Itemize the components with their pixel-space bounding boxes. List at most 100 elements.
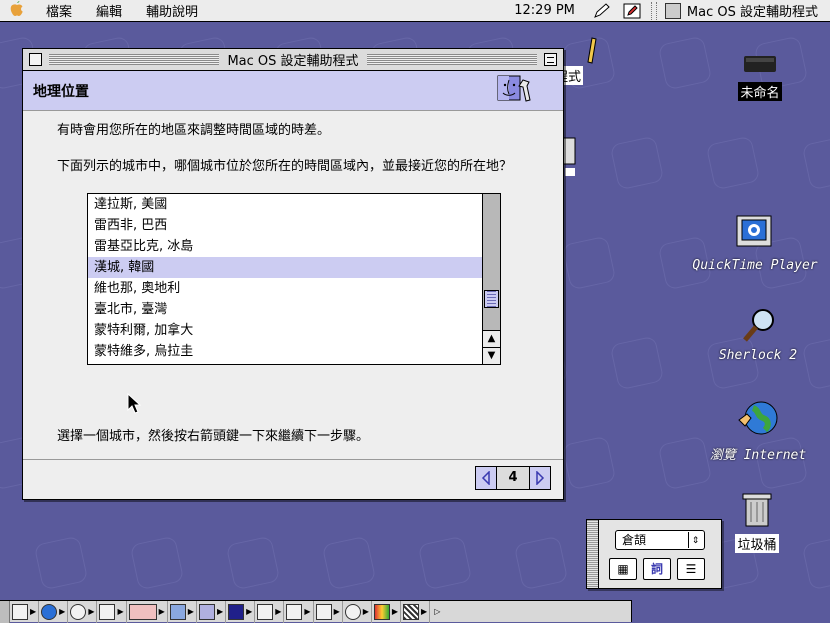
- remote-access-icon: [286, 603, 303, 620]
- close-box-button[interactable]: [29, 53, 42, 66]
- apple-menu-icon[interactable]: [0, 0, 34, 21]
- quicktime-icon: [41, 603, 58, 620]
- next-page-button[interactable]: [530, 467, 550, 489]
- previous-page-button[interactable]: [476, 467, 496, 489]
- application-menu[interactable]: Mac OS 設定輔助程式: [661, 1, 830, 20]
- menu-file[interactable]: 檔案: [34, 1, 84, 20]
- scroll-up-arrow-icon[interactable]: ▲: [483, 330, 500, 347]
- desktop-icon-label: 瀏覽 Internet: [709, 448, 807, 463]
- speaker-icon: [257, 603, 274, 620]
- lock-icon: [315, 603, 332, 620]
- city-list-item[interactable]: 雷基亞比克, 冰島: [88, 236, 482, 257]
- cd-icon: [70, 603, 87, 620]
- control-strip-tab[interactable]: [0, 600, 10, 623]
- window-content: 有時會用您所在的地區來調整時間區域的時差。 下面列示的城市中，哪個城市位於您所在…: [23, 111, 563, 414]
- window-title: Mac OS 設定輔助程式: [219, 50, 367, 69]
- control-strip-resolution[interactable]: ▶: [401, 600, 431, 623]
- desktop-pattern-tile: [33, 535, 89, 591]
- control-strip-end[interactable]: ▷: [430, 601, 442, 623]
- intro-text: 有時會用您所在的地區來調整時間區域的時差。: [57, 123, 331, 138]
- list-scrollbar[interactable]: ▲ ▼: [482, 194, 500, 364]
- desktop-icon-browse-internet[interactable]: 瀏覽 Internet: [700, 398, 816, 463]
- control-strip: ▶ ▶ ▶ ▶ ▶ ▶ ▶ ▶ ▶ ▶ ▶ ▶ ▶ ▶ ▷: [0, 600, 632, 623]
- city-list-item[interactable]: 雷西非, 巴西: [88, 215, 482, 236]
- palette-drag-bar[interactable]: [587, 520, 599, 588]
- desktop-pattern-tile: [705, 135, 761, 191]
- desktop-icon-quicktime[interactable]: QuickTime Player: [682, 214, 828, 273]
- desktop-pattern-tile: [657, 35, 713, 91]
- trash-icon: [742, 493, 772, 527]
- desktop-icon-hard-disk[interactable]: 未命名: [730, 50, 790, 101]
- desktop-pattern-tile: [561, 435, 617, 491]
- desktop-pattern-tile: [225, 535, 281, 591]
- desktop-pattern-tile: [321, 535, 377, 591]
- pencil-box-icon[interactable]: [621, 2, 643, 20]
- control-strip-internet[interactable]: ▶: [343, 600, 372, 623]
- application-menu-label: Mac OS 設定輔助程式: [686, 5, 818, 20]
- control-strip-keyboard[interactable]: ▶: [226, 600, 256, 623]
- control-strip-sound[interactable]: ▶: [255, 600, 285, 623]
- document-icon: [169, 603, 186, 620]
- city-list[interactable]: 達拉斯, 美國 雷西非, 巴西 雷基亞比克, 冰島 漢城, 韓國 維也那, 奧地…: [87, 193, 501, 365]
- control-strip-remote[interactable]: ▶: [284, 600, 314, 623]
- desktop-icon-label: 垃圾桶: [735, 534, 779, 553]
- control-strip-printer[interactable]: ▶: [97, 600, 127, 623]
- desktop-icon-label: QuickTime Player: [692, 258, 818, 273]
- instruction-text: 選擇一個城市，然後按右箭頭鍵一下來繼續下一步驟。: [57, 429, 370, 444]
- city-list-item[interactable]: 蒙特維多, 烏拉圭: [88, 341, 482, 362]
- quicktime-icon: [736, 215, 772, 247]
- control-strip-location[interactable]: ▶: [197, 600, 227, 623]
- control-strip-cd[interactable]: ▶: [68, 600, 98, 623]
- setup-assistant-window: Mac OS 設定輔助程式 地理位置 有時會用您所在的地區來調整時間區域的時差。…: [22, 48, 564, 500]
- navigation-bar: 4: [23, 459, 563, 499]
- mouse-pointer-icon: [127, 393, 141, 414]
- desktop-pattern-tile: [801, 535, 830, 591]
- desktop-pattern-tile: [513, 535, 569, 591]
- menu-separator: [650, 1, 657, 20]
- page-number: 4: [496, 467, 530, 489]
- desktop-pattern-tile: [129, 535, 185, 591]
- city-list-item[interactable]: 達拉斯, 美國: [88, 194, 482, 215]
- control-strip-monitor[interactable]: ▶: [10, 600, 40, 623]
- city-list-item[interactable]: 維也那, 奧地利: [88, 278, 482, 299]
- city-list-item[interactable]: 臺北市, 臺灣: [88, 299, 482, 320]
- collapse-box-button[interactable]: [544, 53, 557, 66]
- file-sharing-icon: [128, 603, 157, 620]
- desktop-icon-programs[interactable]: 程式: [552, 34, 616, 99]
- printer-icon: [99, 603, 116, 620]
- desktop-pattern-tile: [609, 335, 665, 391]
- pencil-icon[interactable]: [591, 2, 613, 20]
- mac-os-assistant-icon: [497, 75, 531, 102]
- desktop-pattern-tile: [561, 235, 617, 291]
- menu-help[interactable]: 輔助說明: [134, 1, 210, 20]
- city-list-items: 達拉斯, 美國 雷西非, 巴西 雷基亞比克, 冰島 漢城, 韓國 維也那, 奧地…: [88, 194, 482, 364]
- control-strip-filesharing[interactable]: ▶: [127, 600, 168, 623]
- page-navigator: 4: [475, 466, 551, 490]
- control-strip-security[interactable]: ▶: [314, 600, 343, 623]
- control-strip-quicktime[interactable]: ▶: [39, 600, 69, 623]
- menu-edit[interactable]: 編輯: [84, 1, 134, 20]
- hard-disk-icon: [744, 56, 776, 72]
- palette-list-button[interactable]: ☰: [677, 558, 705, 580]
- scroll-down-arrow-icon[interactable]: ▼: [483, 347, 500, 364]
- app-icon: [664, 2, 681, 19]
- window-titlebar[interactable]: Mac OS 設定輔助程式: [23, 49, 563, 71]
- globe-icon: [738, 401, 778, 435]
- globe-icon: [344, 603, 361, 620]
- updown-arrows-icon: ⇕: [688, 532, 702, 548]
- input-method-palette: 倉頡 ⇕ ▦ 詞 ☰: [586, 519, 722, 589]
- city-list-item[interactable]: 蒙特利爾, 加拿大: [88, 320, 482, 341]
- palette-word-button[interactable]: 詞: [643, 558, 671, 580]
- menu-bar: 檔案 編輯 輔助說明 12:29 PM Mac OS 設定輔助程式: [0, 0, 830, 22]
- palette-grid-button[interactable]: ▦: [609, 558, 637, 580]
- scroll-thumb[interactable]: [484, 290, 499, 308]
- desktop-icon-sherlock[interactable]: Sherlock 2: [710, 306, 806, 363]
- menu-clock[interactable]: 12:29 PM: [502, 3, 587, 18]
- desktop-icon-trash[interactable]: 垃圾桶: [726, 488, 788, 553]
- input-method-select[interactable]: 倉頡 ⇕: [615, 530, 705, 550]
- left-arrow-icon: [481, 471, 490, 485]
- resolution-icon: [403, 603, 420, 620]
- city-list-item[interactable]: 漢城, 韓國: [88, 257, 482, 278]
- control-strip-color[interactable]: ▶: [372, 600, 402, 623]
- control-strip-document[interactable]: ▶: [168, 600, 197, 623]
